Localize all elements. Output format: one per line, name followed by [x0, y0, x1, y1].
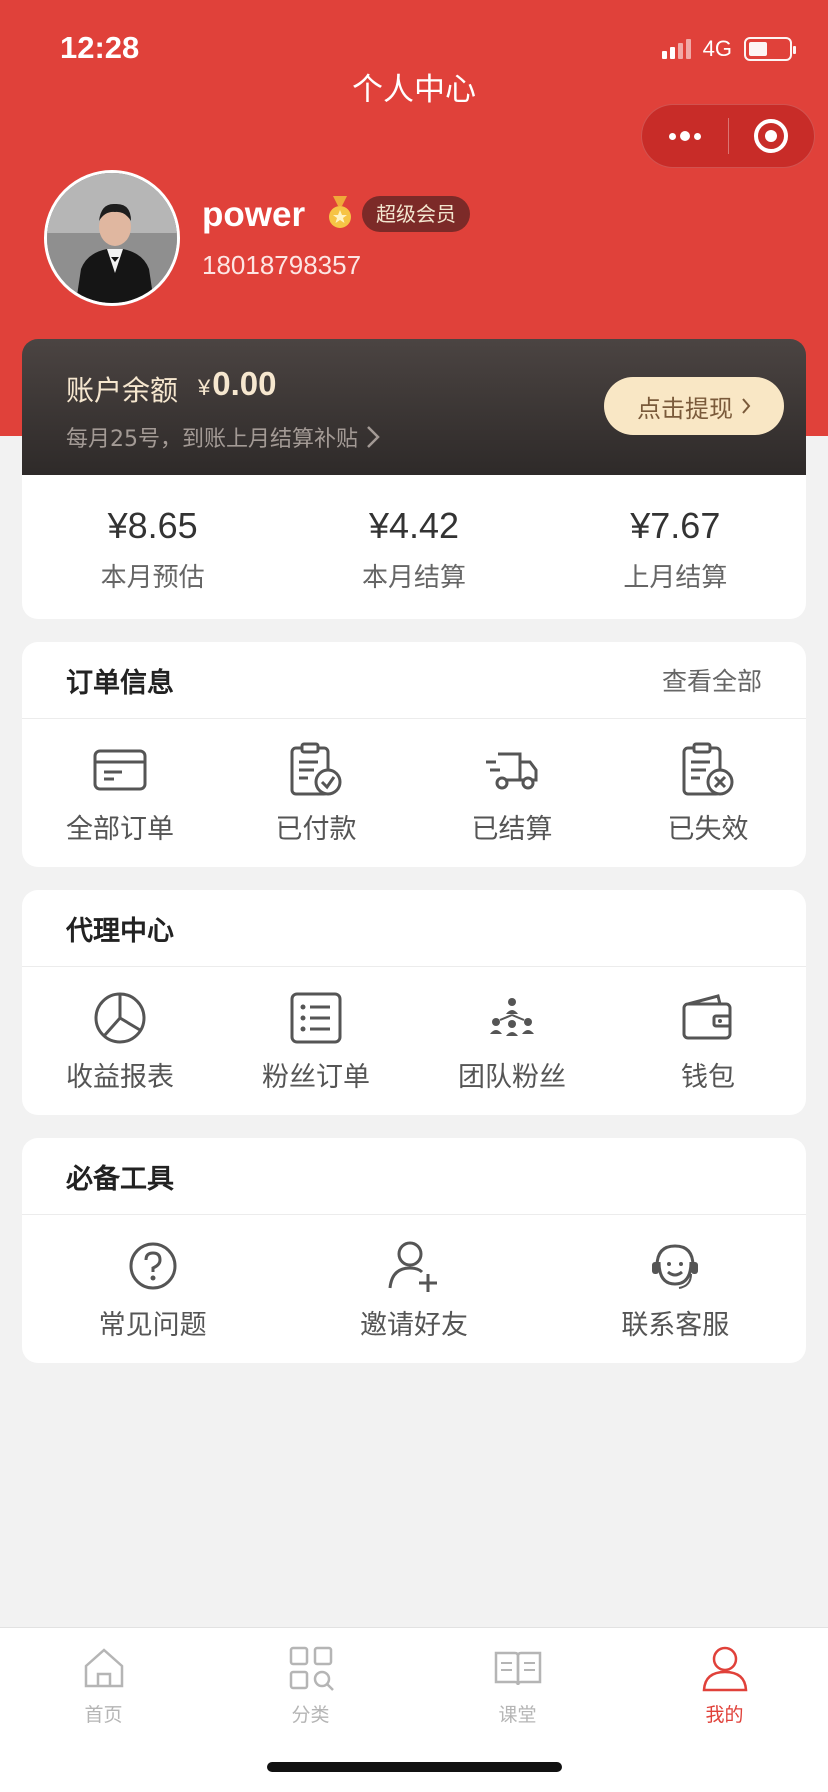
agent-wallet[interactable]: 钱包	[610, 987, 806, 1094]
tools-title: 必备工具	[66, 1163, 174, 1195]
profile-avatar-wrap	[44, 170, 180, 306]
tool-faq[interactable]: 常见问题	[22, 1235, 283, 1342]
tab-home[interactable]: 首页	[0, 1628, 207, 1792]
clipboard-x-icon	[610, 739, 806, 801]
agent-fan-orders[interactable]: 粉丝订单	[218, 987, 414, 1094]
tool-customer-service[interactable]: 联系客服	[545, 1235, 806, 1342]
phone-number: 18018798357	[202, 250, 362, 280]
medal-icon	[326, 196, 354, 234]
tools-section: 必备工具 常见问题 邀请好友 联系客服	[22, 1138, 806, 1363]
stat-this-month-estimate[interactable]: ¥8.65 本月预估	[22, 475, 283, 619]
team-icon	[414, 987, 610, 1049]
balance-amount: ¥0.00	[198, 365, 277, 402]
target-icon	[754, 119, 789, 153]
chevron-right-icon	[367, 426, 380, 448]
category-icon	[207, 1640, 414, 1696]
tool-invite-friends[interactable]: 邀请好友	[283, 1235, 544, 1342]
avatar[interactable]	[44, 170, 180, 306]
clipboard-check-icon	[218, 739, 414, 801]
agent-earnings-report[interactable]: 收益报表	[22, 987, 218, 1094]
home-indicator	[267, 1762, 562, 1772]
page-title: 个人中心	[352, 72, 476, 108]
pie-chart-icon	[22, 987, 218, 1049]
profile-name: power	[202, 195, 306, 234]
user-icon	[621, 1640, 828, 1696]
more-button[interactable]	[642, 104, 728, 168]
signal-icon	[661, 39, 691, 59]
withdraw-button[interactable]: 点击提现	[604, 377, 784, 435]
order-expired[interactable]: 已失效	[610, 739, 806, 846]
stat-last-month-settled[interactable]: ¥7.67 上月结算	[545, 475, 806, 619]
member-badge: 超级会员	[362, 196, 470, 232]
status-time: 12:28	[60, 30, 140, 65]
stat-this-month-settled[interactable]: ¥4.42 本月结算	[283, 475, 544, 619]
close-miniprogram-button[interactable]	[729, 104, 815, 168]
orders-title: 订单信息	[66, 667, 174, 699]
truck-icon	[414, 739, 610, 801]
miniprogram-capsule	[641, 104, 815, 168]
status-indicators: 4G	[661, 36, 796, 62]
question-icon	[22, 1235, 283, 1297]
home-icon	[0, 1640, 207, 1696]
order-all[interactable]: 全部订单	[22, 739, 218, 846]
headset-icon	[545, 1235, 806, 1297]
more-dots-icon	[668, 131, 701, 141]
agent-title: 代理中心	[66, 915, 174, 947]
view-all-orders-link[interactable]: 查看全部	[662, 662, 762, 698]
agent-team-fans[interactable]: 团队粉丝	[414, 987, 610, 1094]
add-user-icon	[283, 1235, 544, 1297]
list-icon	[218, 987, 414, 1049]
balance-label: 账户余额	[66, 374, 179, 407]
balance-note[interactable]: 每月25号，到账上月结算补贴	[66, 421, 380, 453]
earnings-stats: ¥8.65 本月预估 ¥4.42 本月结算 ¥7.67 上月结算	[22, 475, 806, 619]
battery-icon	[744, 37, 796, 61]
network-type: 4G	[702, 36, 732, 61]
balance-card: 账户余额 ¥0.00 每月25号，到账上月结算补贴 点击提现	[22, 339, 806, 475]
wallet-icon	[610, 987, 806, 1049]
order-settled[interactable]: 已结算	[414, 739, 610, 846]
chevron-right-icon	[742, 398, 751, 414]
agent-section: 代理中心 收益报表 粉丝订单 团队粉丝 钱包	[22, 890, 806, 1115]
card-icon	[22, 739, 218, 801]
orders-section: 订单信息 查看全部 全部订单 已付款 已结算 已失效	[22, 642, 806, 867]
tab-mine[interactable]: 我的	[621, 1628, 828, 1792]
book-icon	[414, 1640, 621, 1696]
order-paid[interactable]: 已付款	[218, 739, 414, 846]
